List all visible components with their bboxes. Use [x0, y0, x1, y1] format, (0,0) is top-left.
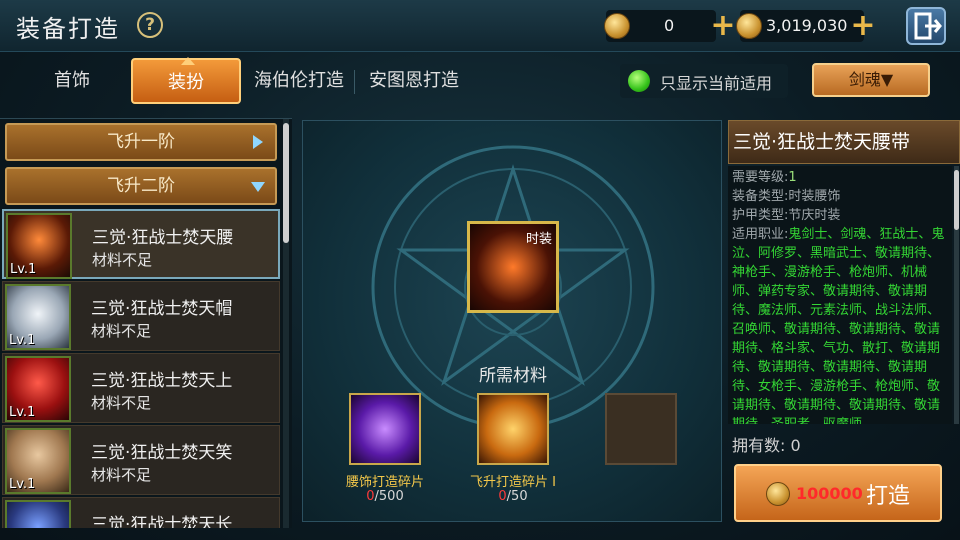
- result-item-slot[interactable]: 时装: [467, 221, 559, 313]
- item-status: 材料不足: [92, 251, 153, 269]
- pants-thumbnail: [5, 500, 71, 528]
- belt-shard-icon[interactable]: [349, 393, 421, 465]
- add-currency-1-icon[interactable]: +: [710, 11, 736, 41]
- craft-cost: 100000: [796, 484, 863, 503]
- material-count: 0/50: [458, 489, 568, 504]
- item-info-panel: 三觉·狂战士焚天腰带 需要等级:1 装备类型:时装腰饰 护甲类型:节庆时装 适用…: [728, 120, 960, 530]
- top-thumbnail: Lv.1: [5, 356, 71, 422]
- label: 护甲类型:: [732, 208, 789, 223]
- value: 节庆时装: [788, 208, 841, 223]
- group-label: 飞升二阶: [107, 176, 175, 196]
- armor-type: 护甲类型:节庆时装: [732, 206, 948, 225]
- class-dropdown[interactable]: 剑魂▼: [812, 63, 930, 97]
- label: 适用职业:: [732, 227, 789, 242]
- gold-coin-icon: [766, 482, 790, 506]
- material-name: 腰饰打造碎片: [345, 475, 424, 490]
- owned-count: 拥有数: 0: [732, 432, 801, 456]
- currency-2: 3,019,030 +: [736, 10, 876, 42]
- list-item[interactable]: Lv.1 三觉·狂战士焚天帽 材料不足: [2, 281, 280, 351]
- label: 拥有数:: [732, 436, 786, 455]
- list-item[interactable]: Lv.1 三觉·狂战士焚天上 材料不足: [2, 353, 280, 423]
- tab-accessory[interactable]: 首饰: [22, 58, 122, 104]
- value: 0: [790, 436, 801, 455]
- screen: 装备打造 ? 0 + 3,019,030 + 首饰 装扮 海伯伦打造 安图恩打造…: [0, 0, 960, 540]
- value: 1: [788, 170, 797, 185]
- required-level: 需要等级:1: [732, 168, 948, 187]
- material-have: 0: [498, 489, 507, 504]
- applicable-jobs: 适用职业:鬼剑士、剑魂、狂战士、鬼泣、阿修罗、黑暗武士、敬请期待、神枪手、漫游枪…: [732, 225, 948, 424]
- exit-icon[interactable]: [906, 7, 946, 45]
- craft-preview-panel: 时装 所需材料 腰饰打造碎片 0/500 飞升打造碎片 I 0/50: [302, 120, 722, 522]
- value: 时装腰饰: [788, 189, 841, 204]
- door-icon: [914, 12, 942, 40]
- face-thumbnail: Lv.1: [5, 428, 71, 494]
- list-item[interactable]: Lv.1 三觉·狂战士焚天腰 材料不足: [2, 209, 280, 279]
- item-details: 需要等级:1 装备类型:时装腰饰 护甲类型:节庆时装 适用职业:鬼剑士、剑魂、狂…: [728, 166, 952, 424]
- item-name: 三觉·狂战士焚天帽: [91, 299, 233, 319]
- group-ascension-1[interactable]: 飞升一阶: [5, 123, 277, 161]
- label: 需要等级:: [732, 170, 789, 185]
- tab-divider: [354, 70, 355, 94]
- currency-1: 0 +: [604, 10, 736, 42]
- help-icon[interactable]: ?: [137, 12, 163, 38]
- item-status: 材料不足: [91, 394, 152, 412]
- add-currency-2-icon[interactable]: +: [850, 11, 876, 41]
- tab-hyperion-craft[interactable]: 海伯伦打造: [246, 58, 352, 104]
- material-name: 飞升打造碎片 I: [470, 475, 556, 490]
- list-item[interactable]: 三觉·狂战士焚天长: [2, 497, 280, 528]
- item-name: 三觉·狂战士焚天长: [91, 515, 233, 528]
- item-status: 材料不足: [91, 322, 152, 340]
- material-have: 0: [366, 489, 375, 504]
- toggle-on-icon: [628, 70, 650, 92]
- arrow-right-icon: [253, 135, 263, 149]
- empty-material-slot: [605, 393, 677, 465]
- item-level: Lv.1: [9, 477, 36, 492]
- page-title: 装备打造: [16, 15, 120, 43]
- applicable-filter-toggle[interactable]: 只显示当前适用: [620, 64, 788, 98]
- item-level: Lv.1: [9, 405, 36, 420]
- avatar-tag: 时装: [525, 232, 552, 247]
- belt-thumbnail: Lv.1: [6, 213, 72, 279]
- arrow-down-icon: [251, 182, 265, 192]
- currency-2-value: 3,019,030: [766, 16, 848, 35]
- recipe-list: 飞升一阶 飞升二阶 Lv.1 三觉·狂战士焚天腰 材料不足 Lv.1 三觉·狂战…: [0, 118, 292, 528]
- item-status: 材料不足: [91, 466, 152, 484]
- group-label: 飞升一阶: [107, 132, 175, 152]
- material-count: 0/500: [330, 489, 440, 504]
- item-name: 三觉·狂战士焚天上: [91, 371, 233, 391]
- material-need: /500: [374, 489, 404, 504]
- item-level: Lv.1: [10, 262, 37, 277]
- filter-label: 只显示当前适用: [660, 74, 773, 93]
- required-materials-label: 所需材料: [479, 366, 547, 386]
- label: 装备类型:: [732, 189, 789, 204]
- list-item[interactable]: Lv.1 三觉·狂战士焚天笑 材料不足: [2, 425, 280, 495]
- equipment-type: 装备类型:时装腰饰: [732, 187, 948, 206]
- jobs-list: 鬼剑士、剑魂、狂战士、鬼泣、阿修罗、黑暗武士、敬请期待、神枪手、漫游枪手、枪炮师…: [732, 227, 945, 424]
- item-name: 三觉·狂战士焚天腰: [92, 228, 234, 248]
- item-name: 三觉·狂战士焚天笑: [91, 443, 233, 463]
- hat-thumbnail: Lv.1: [5, 284, 71, 350]
- ascension-shard-icon[interactable]: [477, 393, 549, 465]
- tab-avatar[interactable]: 装扮: [131, 57, 241, 104]
- craft-button[interactable]: 100000 打造: [734, 464, 942, 522]
- item-title: 三觉·狂战士焚天腰带: [728, 120, 960, 164]
- gold-coin-icon: [736, 13, 762, 39]
- currency-1-value: 0: [664, 16, 675, 35]
- top-bar: 装备打造 ? 0 + 3,019,030 +: [0, 0, 960, 52]
- material-need: /50: [506, 489, 528, 504]
- details-scroll-thumb[interactable]: [954, 170, 959, 230]
- list-scroll-thumb[interactable]: [283, 123, 289, 243]
- tab-anton-craft[interactable]: 安图恩打造: [360, 58, 468, 104]
- item-level: Lv.1: [9, 333, 36, 348]
- coin-icon: [604, 13, 630, 39]
- group-ascension-2[interactable]: 飞升二阶: [5, 167, 277, 205]
- craft-label: 打造: [866, 484, 911, 509]
